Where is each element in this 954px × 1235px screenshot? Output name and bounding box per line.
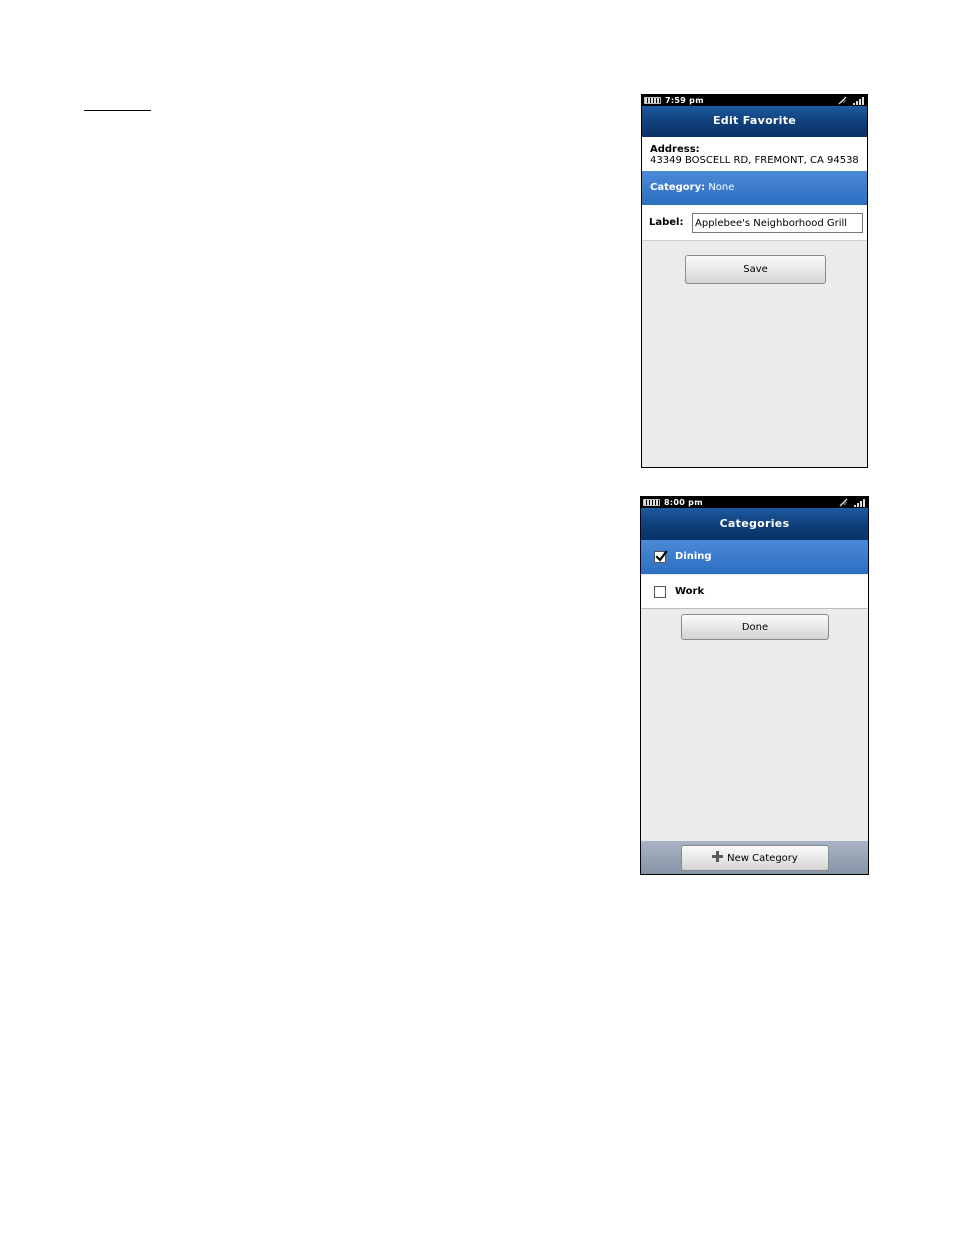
new-category-button[interactable]: New Category xyxy=(681,845,829,871)
wifi-icon xyxy=(839,498,848,507)
category-selector[interactable]: Category: None xyxy=(642,171,867,205)
address-label: Address: xyxy=(650,144,700,155)
label-field-label: Label: xyxy=(649,217,684,228)
status-time: 7:59 pm xyxy=(665,96,704,105)
signal-icon xyxy=(853,97,864,105)
checkmark-icon xyxy=(655,550,668,562)
category-label: Category: xyxy=(650,182,706,193)
label-row: Label: xyxy=(642,205,867,241)
plus-icon xyxy=(712,851,724,862)
save-button[interactable]: Save xyxy=(685,255,826,284)
work-checkbox[interactable] xyxy=(654,586,666,598)
edit-favorite-screen: 7:59 pm Edit Favorite Address: 43349 BOS… xyxy=(641,94,868,468)
screen-title: Edit Favorite xyxy=(642,106,867,137)
underline-mark xyxy=(84,110,151,111)
category-item-label: Dining xyxy=(675,551,712,562)
categories-screen: 8:00 pm Categories Dining Work Done New … xyxy=(640,496,869,875)
signal-icon xyxy=(854,499,865,507)
battery-icon xyxy=(644,97,661,104)
category-item-work[interactable]: Work xyxy=(641,575,868,609)
label-input[interactable] xyxy=(692,213,863,233)
status-time: 8:00 pm xyxy=(664,498,703,507)
status-bar: 8:00 pm xyxy=(641,497,868,508)
battery-icon xyxy=(643,499,660,506)
category-item-dining[interactable]: Dining xyxy=(641,540,868,574)
category-value: None xyxy=(708,182,735,193)
wifi-icon xyxy=(838,96,847,105)
screen-title: Categories xyxy=(641,508,868,540)
bottom-toolbar: New Category xyxy=(641,841,868,874)
dining-checkbox[interactable] xyxy=(654,550,668,563)
address-row: Address: 43349 BOSCELL RD, FREMONT, CA 9… xyxy=(642,137,867,171)
done-button[interactable]: Done xyxy=(681,614,829,640)
address-value: 43349 BOSCELL RD, FREMONT, CA 94538 xyxy=(650,155,859,166)
new-category-label: New Category xyxy=(727,852,798,864)
status-bar: 7:59 pm xyxy=(642,95,867,106)
category-item-label: Work xyxy=(675,586,705,597)
